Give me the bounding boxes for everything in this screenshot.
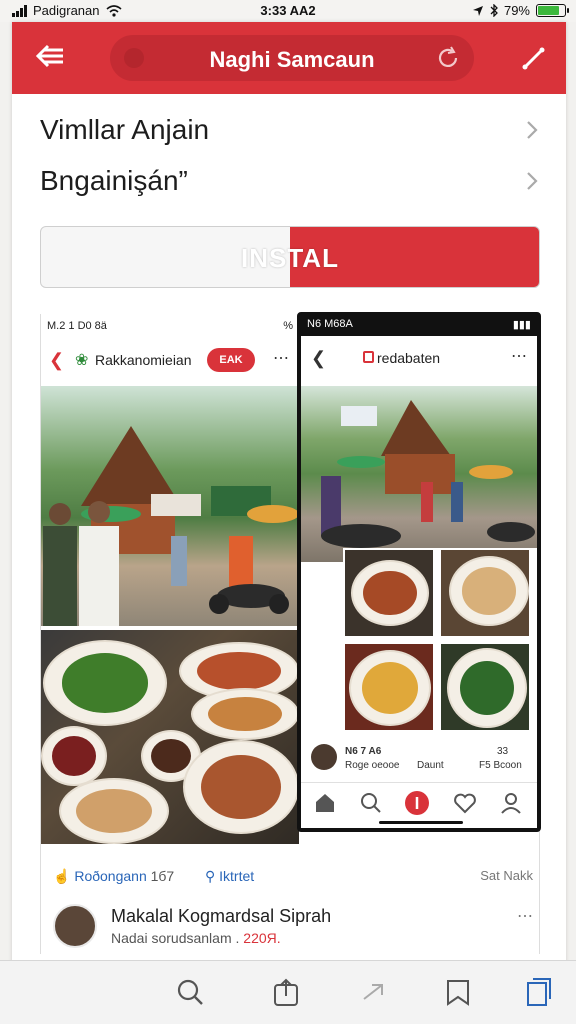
- food-plate: [41, 726, 107, 786]
- battery-fill: [538, 6, 559, 15]
- user-row[interactable]: Makalal Kogmardsal Siprah Nadai sorudsan…: [53, 902, 533, 952]
- left-status-time: M.2 1 D0 8ä: [47, 320, 107, 332]
- left-app-header: ❮ ❀ Rakkanomieian EAK ⋯: [41, 342, 299, 382]
- stat-value: 33: [497, 746, 509, 757]
- edit-icon[interactable]: [520, 44, 548, 72]
- food-plate: [59, 778, 169, 844]
- menu-item-label: Bngainişán”: [40, 165, 188, 196]
- market-photo: [301, 386, 537, 562]
- status-bar: Padigranan 3:33 AA2 79%: [0, 0, 576, 22]
- chevron-right-icon: [527, 172, 538, 190]
- tabs-icon[interactable]: [524, 977, 552, 1007]
- food-tile: [343, 642, 435, 732]
- location-label: Roðongann: [74, 868, 147, 884]
- location-count: 1б7: [150, 868, 175, 884]
- user-name: Makalal Kogmardsal Siprah: [111, 906, 332, 926]
- food-grid: [343, 548, 537, 738]
- food-tile: [439, 642, 531, 732]
- right-profile-row: N6 7 A6 Roge oeooe Daunt 33 F5 Bcoon: [301, 738, 537, 782]
- market-label: Iktrtet: [219, 868, 255, 884]
- heart-icon: [454, 793, 476, 814]
- forward-icon[interactable]: [360, 977, 388, 1007]
- more-icon: ⋯: [273, 350, 289, 367]
- preview-screen-left: M.2 1 D0 8ä % ❮ ❀ Rakkanomieian EAK ⋯: [41, 314, 299, 844]
- screenshot-preview[interactable]: M.2 1 D0 8ä % ❮ ❀ Rakkanomieian EAK ⋯ N6…: [40, 312, 541, 954]
- preview-meta-row: ☝ Roðongann 1б7 ⚲ Iktrtet Sat Nakk: [53, 868, 533, 888]
- right-screen: ❮ redabaten ⋯ N6 7 A6 Roge oeooe Daunt 3…: [301, 336, 537, 828]
- back-icon: ❮: [311, 348, 327, 368]
- status-right: 79%: [472, 3, 569, 18]
- location-link[interactable]: ☝ Roðongann 1б7: [53, 868, 174, 885]
- right-app-header: ❮ redabaten ⋯: [301, 336, 537, 380]
- app-header: Naghi Samcaun: [12, 22, 566, 94]
- food-photo: [41, 630, 299, 844]
- search-icon: [361, 793, 381, 813]
- stat-label: Daunt: [417, 760, 444, 771]
- profile-sub: Roge oeooe: [345, 760, 400, 771]
- header-search-pill[interactable]: Naghi Samcaun: [110, 35, 474, 81]
- side-text: Sat Nakk: [480, 868, 533, 883]
- header-title: Naghi Samcaun: [209, 47, 375, 72]
- chevron-right-icon: [527, 121, 538, 139]
- menu-item-1[interactable]: Vimllar Anjain: [40, 114, 540, 154]
- home-indicator: [379, 821, 463, 824]
- food-plate: [183, 740, 299, 834]
- right-title: redabaten: [377, 350, 441, 366]
- home-icon: [316, 794, 334, 812]
- battery-icon: [536, 4, 569, 17]
- back-icon: ❮: [49, 350, 65, 370]
- leaf-icon: ❀: [75, 352, 89, 369]
- reload-icon[interactable]: [436, 46, 460, 70]
- stat-label: F5 Bcoon: [479, 760, 522, 771]
- right-status-time: N6 M68A: [307, 318, 353, 330]
- food-tile: [343, 548, 435, 638]
- battery-percent: 79%: [503, 3, 530, 18]
- right-status-bar: N6 M68A ▮▮▮: [307, 318, 531, 334]
- menu-item-label: Vimllar Anjain: [40, 114, 210, 145]
- avatar: [311, 744, 337, 770]
- install-button[interactable]: INSTAL: [40, 226, 540, 288]
- app-card: Naghi Samcaun Vimllar Anjain Bngainişán”…: [12, 22, 566, 972]
- food-plate: [43, 640, 167, 726]
- food-plate: [191, 688, 299, 740]
- avatar: [53, 904, 97, 948]
- left-status-bar: M.2 1 D0 8ä %: [47, 320, 293, 336]
- back-arrow-icon[interactable]: [34, 42, 66, 70]
- profile-name: N6 7 A6: [345, 746, 382, 757]
- user-subtitle: Nadai sorudsanlam . 220Я.: [111, 930, 281, 946]
- install-label: INSTAL: [241, 243, 339, 273]
- more-icon: ⋯: [511, 348, 527, 365]
- bag-icon: [363, 351, 374, 363]
- right-bottom-nav: [301, 782, 537, 828]
- location-icon: [472, 5, 483, 16]
- left-status-right: %: [283, 320, 293, 332]
- market-link[interactable]: ⚲ Iktrtet: [205, 868, 254, 885]
- bluetooth-icon: [490, 4, 498, 17]
- browser-toolbar: [0, 960, 576, 1024]
- user-subtitle-text: Nadai sorudsanlam .: [111, 930, 240, 946]
- preview-screen-right: N6 M68A ▮▮▮ ❮ redabaten ⋯ N6 7 A6 Roge o…: [297, 312, 541, 832]
- user-price: 220Я.: [243, 930, 281, 946]
- battery-icon: ▮▮▮: [512, 319, 531, 331]
- add-post-icon: [405, 791, 429, 815]
- food-tile: [439, 548, 531, 638]
- share-icon[interactable]: [272, 977, 300, 1007]
- more-icon[interactable]: ⋯: [517, 906, 533, 926]
- bookmarks-icon[interactable]: [444, 977, 472, 1007]
- menu-item-2[interactable]: Bngainişán”: [40, 165, 540, 205]
- search-icon[interactable]: [176, 977, 204, 1007]
- left-title: Rakkanomieian: [95, 352, 192, 368]
- left-badge: EAK: [207, 348, 255, 372]
- profile-icon: [501, 793, 521, 814]
- market-photo: [41, 386, 299, 626]
